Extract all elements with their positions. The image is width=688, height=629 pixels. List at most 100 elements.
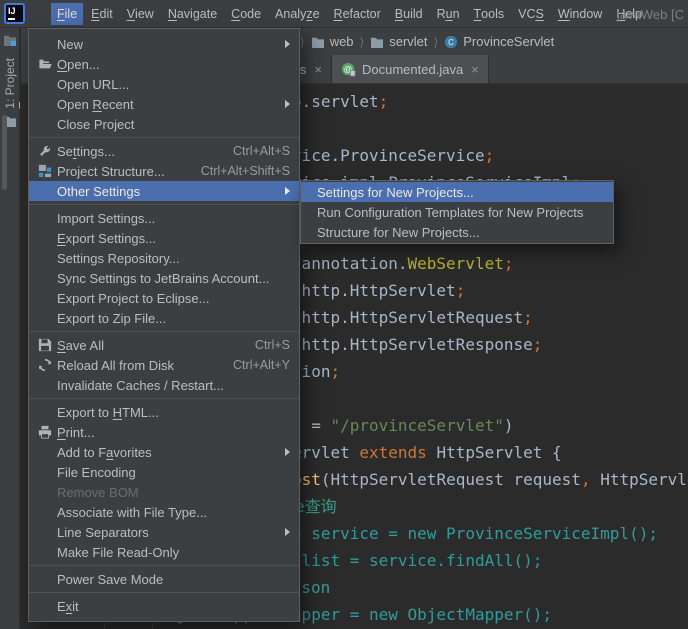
menu-item-make-file-read-only[interactable]: Make File Read-Only: [29, 542, 299, 562]
menu-item-label: Open...: [57, 57, 100, 72]
menu-item-label: Export Settings...: [57, 231, 156, 246]
submenu-item-structure-for-new-projects[interactable]: Structure for New Projects...: [301, 222, 613, 242]
menu-item-open-url[interactable]: Open URL...: [29, 74, 299, 94]
menu-item-export-settings[interactable]: Export Settings...: [29, 228, 299, 248]
menu-item-import-settings[interactable]: Import Settings...: [29, 208, 299, 228]
editor-tab-documented-java[interactable]: @ Documented.java ×: [332, 55, 489, 83]
menubar-item-run[interactable]: Run: [431, 3, 466, 25]
menu-item-export-project-to-eclipse[interactable]: Export Project to Eclipse...: [29, 288, 299, 308]
project-stripe-label: 1: Project: [3, 58, 17, 109]
menu-item-label: New: [57, 37, 83, 52]
menubar-item-edit[interactable]: Edit: [85, 3, 119, 25]
menubar-item-build[interactable]: Build: [389, 3, 429, 25]
menu-item-label: Close Project: [57, 117, 134, 132]
menu-item-power-save-mode[interactable]: Power Save Mode: [29, 569, 299, 589]
menu-item-exit[interactable]: Exit: [29, 596, 299, 616]
breadcrumb-item-servlet[interactable]: servlet: [370, 34, 427, 49]
menu-item-label: Save All: [57, 338, 104, 353]
stripe-scrollbar[interactable]: [2, 115, 7, 190]
save-icon: [38, 338, 52, 352]
menu-item-remove-bom: Remove BOM: [29, 482, 299, 502]
svg-text:C: C: [448, 38, 454, 47]
menu-item-shortcut: Ctrl+S: [255, 338, 290, 352]
menubar-item-tools[interactable]: Tools: [468, 3, 511, 25]
menu-item-line-separators[interactable]: Line Separators: [29, 522, 299, 542]
tab-label: Documented.java: [362, 62, 463, 77]
menu-item-open[interactable]: Open...: [29, 54, 299, 74]
menu-separator: [29, 398, 299, 399]
menu-item-label: Make File Read-Only: [57, 545, 179, 560]
menu-item-label: Export to HTML...: [57, 405, 159, 420]
breadcrumb-item-provinceservlet[interactable]: C ProvinceServlet: [444, 34, 554, 49]
menu-item-new[interactable]: New: [29, 34, 299, 54]
other-settings-submenu: Settings for New Projects...Run Configur…: [300, 180, 614, 244]
breadcrumb-label: web: [330, 34, 354, 49]
annotation-icon: @: [341, 62, 356, 77]
menubar-item-code[interactable]: Code: [225, 3, 267, 25]
menu-item-export-to-zip-file[interactable]: Export to Zip File...: [29, 308, 299, 328]
intellij-logo[interactable]: IJ: [4, 3, 25, 24]
menu-item-shortcut: Ctrl+Alt+Shift+S: [201, 164, 290, 178]
menu-separator: [29, 592, 299, 593]
menu-item-label: Open Recent: [57, 97, 134, 112]
submenu-arrow-icon: [285, 448, 290, 456]
folder-icon: [370, 36, 384, 48]
tool-stripe: 1: Project: [0, 28, 20, 629]
menu-item-settings[interactable]: Settings... Ctrl+Alt+S: [29, 141, 299, 161]
menu-item-label: Export to Zip File...: [57, 311, 166, 326]
menu-item-save-all[interactable]: Save All Ctrl+S: [29, 335, 299, 355]
menu-item-open-recent[interactable]: Open Recent: [29, 94, 299, 114]
menu-item-label: Project Structure...: [57, 164, 165, 179]
submenu-arrow-icon: [285, 100, 290, 108]
structure-icon: [38, 164, 52, 178]
submenu-item-label: Structure for New Projects...: [317, 225, 480, 240]
menubar-item-navigate[interactable]: Navigate: [162, 3, 223, 25]
menubar-item-file[interactable]: File: [51, 3, 83, 25]
menubar-item-window[interactable]: Window: [552, 3, 608, 25]
menu-item-label: Reload All from Disk: [57, 358, 174, 373]
project-folder-icon[interactable]: [3, 33, 17, 51]
menu-item-label: Line Separators: [57, 525, 149, 540]
menubar-item-vcs[interactable]: VCS: [512, 3, 550, 25]
wrench-icon: [38, 144, 52, 158]
menu-item-shortcut: Ctrl+Alt+S: [233, 144, 290, 158]
submenu-item-run-configuration-templates-for-new-projects[interactable]: Run Configuration Templates for New Proj…: [301, 202, 613, 222]
menubar-item-analyze[interactable]: Analyze: [269, 3, 325, 25]
submenu-item-settings-for-new-projects[interactable]: Settings for New Projects...: [301, 182, 613, 202]
menu-item-settings-repository[interactable]: Settings Repository...: [29, 248, 299, 268]
menu-item-label: Settings...: [57, 144, 115, 159]
menu-item-label: Power Save Mode: [57, 572, 163, 587]
menu-item-sync-settings-to-jetbrains-account[interactable]: Sync Settings to JetBrains Account...: [29, 268, 299, 288]
menu-item-label: Open URL...: [57, 77, 129, 92]
menu-item-export-to-html[interactable]: Export to HTML...: [29, 402, 299, 422]
menubar: IJ FileEditViewNavigateCodeAnalyzeRefact…: [0, 0, 688, 28]
menu-item-associate-with-file-type[interactable]: Associate with File Type...: [29, 502, 299, 522]
menubar-item-refactor[interactable]: Refactor: [328, 3, 387, 25]
submenu-arrow-icon: [285, 40, 290, 48]
close-icon[interactable]: ×: [314, 62, 322, 77]
menu-item-label: Remove BOM: [57, 485, 139, 500]
submenu-arrow-icon: [285, 187, 290, 195]
menu-item-reload-all-from-disk[interactable]: Reload All from DiskCtrl+Alt+Y: [29, 355, 299, 375]
menu-item-add-to-favorites[interactable]: Add to Favorites: [29, 442, 299, 462]
menu-item-other-settings[interactable]: Other Settings: [29, 181, 299, 201]
close-icon[interactable]: ×: [471, 62, 479, 77]
menu-item-label: Export Project to Eclipse...: [57, 291, 209, 306]
menu-separator: [29, 204, 299, 205]
menu-item-label: Invalidate Caches / Restart...: [57, 378, 224, 393]
menu-item-print[interactable]: Print...: [29, 422, 299, 442]
breadcrumb-label: ProvinceServlet: [463, 34, 554, 49]
menu-item-label: Sync Settings to JetBrains Account...: [57, 271, 269, 286]
menu-item-label: Import Settings...: [57, 211, 155, 226]
menubar-item-view[interactable]: View: [121, 3, 160, 25]
menu-item-project-structure[interactable]: Project Structure... Ctrl+Alt+Shift+S: [29, 161, 299, 181]
breadcrumb-item-web[interactable]: web: [311, 34, 354, 49]
folder-open-icon: [38, 57, 53, 71]
breadcrumb-chevron: ⟩: [360, 35, 365, 49]
menu-item-label: Add to Favorites: [57, 445, 152, 460]
menu-item-invalidate-caches-restart[interactable]: Invalidate Caches / Restart...: [29, 375, 299, 395]
menu-item-close-project[interactable]: Close Project: [29, 114, 299, 134]
reload-icon: [38, 358, 52, 372]
menu-item-file-encoding[interactable]: File Encoding: [29, 462, 299, 482]
window-title: javaWeb [C: [617, 0, 684, 28]
